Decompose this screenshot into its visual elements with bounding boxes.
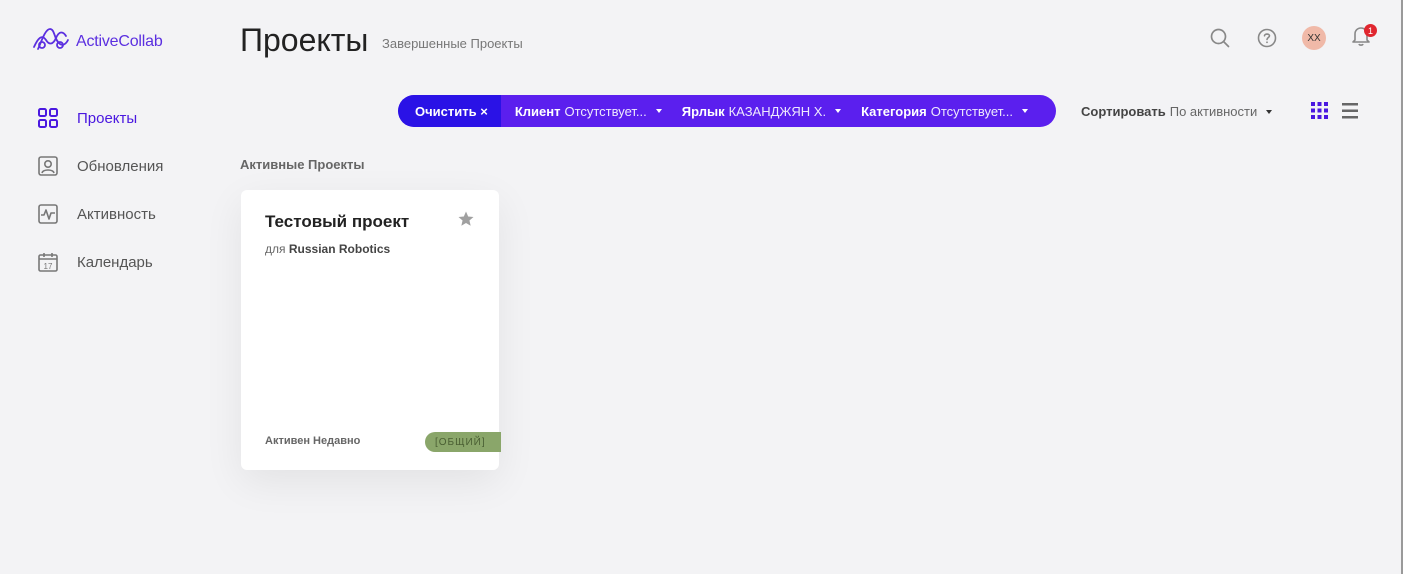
filter-name: Ярлык (681, 103, 725, 119)
sort-value: По активности (1169, 104, 1258, 119)
activity-icon (36, 202, 60, 226)
notification-badge: 1 (1364, 24, 1377, 37)
caret-down-icon (655, 109, 662, 113)
sidebar-item-projects[interactable]: Проекты (36, 94, 163, 142)
updates-icon (36, 154, 60, 178)
calendar-icon: 17 (36, 250, 60, 274)
activecollab-logo-icon (32, 26, 70, 57)
project-card[interactable]: Тестовый проект для Russian Robotics Акт… (241, 190, 501, 470)
project-label-tag: [ОБЩИЙ] (425, 432, 501, 452)
filter-label[interactable]: Ярлык КАЗАНДЖЯН Х. (681, 103, 842, 119)
caret-down-icon (835, 109, 842, 113)
svg-text:17: 17 (44, 262, 53, 271)
notifications-button[interactable]: 1 (1349, 24, 1377, 50)
filter-name: Категория (861, 103, 927, 119)
filter-value: Отсутствует... (564, 103, 647, 119)
filter-bar: Очистить × Клиент Отсутствует... Ярлык К… (398, 95, 1056, 127)
project-client: для Russian Robotics (265, 242, 390, 256)
star-icon[interactable] (457, 210, 475, 233)
help-icon[interactable] (1255, 26, 1279, 50)
caret-down-icon (1022, 109, 1029, 113)
sidebar-item-label: Проекты (77, 109, 138, 127)
avatar: XX (1302, 26, 1326, 50)
caret-down-icon (1266, 109, 1273, 114)
sidebar-item-label: Обновления (77, 157, 164, 175)
user-avatar[interactable]: XX (1302, 26, 1326, 50)
client-prefix: для (265, 242, 286, 256)
section-heading: Активные Проекты (240, 157, 365, 172)
sidebar-item-label: Активность (77, 205, 156, 223)
sidebar-item-calendar[interactable]: 17 Календарь (36, 238, 163, 286)
project-title[interactable]: Тестовый проект (265, 212, 409, 232)
app-name: ActiveCollab (76, 32, 163, 50)
sort-dropdown[interactable]: Сортировать По активности (1081, 104, 1273, 119)
grid-view-icon[interactable] (1311, 102, 1328, 124)
filter-name: Клиент (514, 103, 561, 119)
completed-projects-link[interactable]: Завершенные Проекты (382, 36, 523, 51)
sort-label: Сортировать (1081, 104, 1166, 119)
app-logo[interactable]: ActiveCollab (32, 26, 163, 57)
project-status: Активен Недавно (265, 435, 361, 447)
list-view-icon[interactable] (1342, 103, 1358, 124)
grid-icon (36, 106, 60, 130)
sidebar: Проекты Обновления Активность 17 Календа… (36, 94, 163, 286)
page-title: Проекты (240, 22, 369, 58)
client-name: Russian Robotics (288, 242, 391, 256)
filter-client[interactable]: Клиент Отсутствует... (515, 104, 662, 119)
filter-value: КАЗАНДЖЯН Х. (728, 103, 827, 119)
sidebar-item-updates[interactable]: Обновления (36, 142, 163, 190)
filter-category[interactable]: Категория Отсутствует... (861, 103, 1029, 119)
top-toolbar: XX 1 (1185, 24, 1377, 50)
clear-filters-button[interactable]: Очистить × (398, 95, 501, 127)
sidebar-item-label: Календарь (77, 253, 153, 271)
sidebar-item-activity[interactable]: Активность (36, 190, 163, 238)
filter-value: Отсутствует... (930, 103, 1014, 119)
search-icon[interactable] (1208, 26, 1232, 50)
